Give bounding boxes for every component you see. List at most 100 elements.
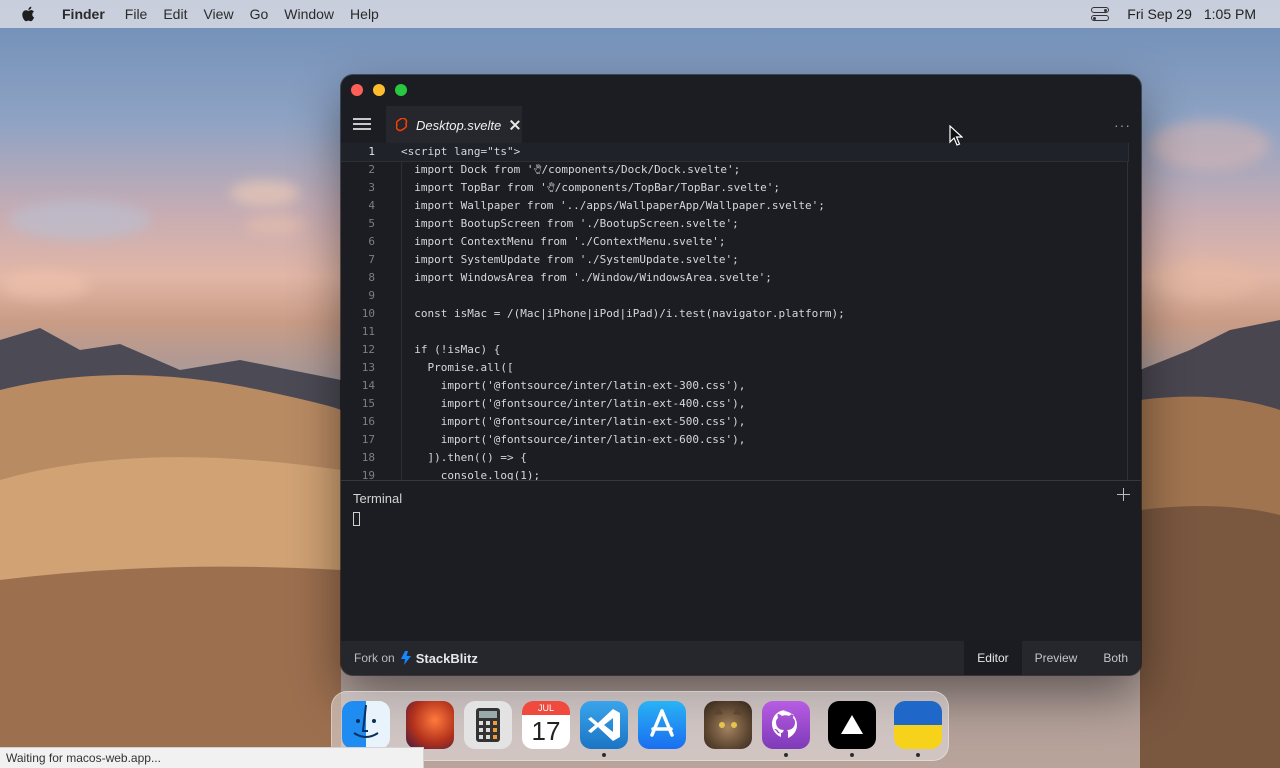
code-line[interactable]: 2 import Dock from '🖐︎/components/Dock/D… bbox=[341, 161, 1128, 179]
menu-date[interactable]: Fri Sep 29 bbox=[1127, 6, 1192, 22]
tab-desktop-svelte[interactable]: Desktop.svelte bbox=[386, 106, 522, 144]
view-both-button[interactable]: Both bbox=[1090, 641, 1141, 675]
code-text: import TopBar from '🖐︎/components/TopBar… bbox=[401, 181, 780, 194]
code-line[interactable]: 10 const isMac = /(Mac|iPhone|iPod|iPad)… bbox=[341, 305, 1128, 323]
menu-app-name[interactable]: Finder bbox=[62, 6, 105, 22]
line-number: 18 bbox=[361, 451, 375, 464]
vercel-icon[interactable] bbox=[828, 701, 876, 749]
menu-file[interactable]: File bbox=[125, 6, 148, 22]
code-line[interactable]: 16 import('@fontsource/inter/latin-ext-5… bbox=[341, 413, 1128, 431]
hamburger-menu-icon[interactable] bbox=[353, 118, 371, 130]
terminal-panel[interactable]: Terminal bbox=[341, 480, 1141, 641]
running-indicator bbox=[784, 753, 788, 757]
code-text: <script lang="ts"> bbox=[401, 145, 521, 158]
stackblitz-footer: Fork on StackBlitz Editor Preview Both bbox=[341, 641, 1141, 675]
menu-edit[interactable]: Edit bbox=[163, 6, 187, 22]
cat-icon[interactable] bbox=[704, 701, 752, 749]
code-text: if (!isMac) { bbox=[401, 343, 501, 356]
code-line[interactable]: 5 import BootupScreen from './BootupScre… bbox=[341, 215, 1128, 233]
line-number: 5 bbox=[368, 217, 375, 230]
line-number: 6 bbox=[368, 235, 375, 248]
fork-on-label[interactable]: Fork on bbox=[354, 651, 395, 665]
wallpapers-icon[interactable] bbox=[406, 701, 454, 749]
cloud-decoration bbox=[10, 200, 150, 240]
code-editor[interactable]: 1 <script lang="ts"> 2 import Dock from '🖐… bbox=[341, 143, 1141, 480]
cloud-decoration bbox=[0, 270, 90, 300]
code-text: import('@fontsource/inter/latin-ext-600.… bbox=[401, 433, 746, 446]
line-number: 7 bbox=[368, 253, 375, 266]
ukraine-flag-icon[interactable] bbox=[894, 701, 942, 749]
line-number: 1 bbox=[368, 145, 375, 158]
apple-logo-icon[interactable] bbox=[20, 5, 38, 23]
running-indicator bbox=[916, 753, 920, 757]
menu-view[interactable]: View bbox=[203, 6, 233, 22]
maximize-window-button[interactable] bbox=[395, 84, 407, 96]
control-center-icon[interactable] bbox=[1091, 7, 1110, 21]
plus-icon[interactable] bbox=[1117, 488, 1130, 501]
line-number: 11 bbox=[361, 325, 375, 338]
code-line[interactable]: 19 console.log(1); bbox=[341, 467, 1128, 480]
running-indicator bbox=[602, 753, 606, 757]
line-number: 9 bbox=[368, 289, 375, 302]
code-line[interactable]: 11 bbox=[341, 323, 1128, 341]
stackblitz-link[interactable]: StackBlitz bbox=[416, 651, 478, 666]
menu-help[interactable]: Help bbox=[350, 6, 379, 22]
line-number: 17 bbox=[361, 433, 375, 446]
editor-window: Desktop.svelte ··· 1 <script lang="ts"> 2 … bbox=[341, 75, 1141, 675]
calculator-icon[interactable] bbox=[464, 701, 512, 749]
menu-go[interactable]: Go bbox=[250, 6, 269, 22]
code-text: ]).then(() => { bbox=[401, 451, 527, 464]
more-icon[interactable]: ··· bbox=[1114, 117, 1131, 133]
code-text: import BootupScreen from './BootupScreen… bbox=[401, 217, 739, 230]
code-text: import('@fontsource/inter/latin-ext-500.… bbox=[401, 415, 746, 428]
app-store-icon[interactable] bbox=[638, 701, 686, 749]
cloud-decoration bbox=[230, 180, 300, 206]
menu-window[interactable]: Window bbox=[284, 6, 334, 22]
code-text: import WindowsArea from './Window/Window… bbox=[401, 271, 772, 284]
browser-status-bar: Waiting for macos-web.app... bbox=[0, 747, 424, 768]
terminal-title: Terminal bbox=[353, 491, 403, 506]
window-titlebar[interactable] bbox=[341, 75, 1141, 105]
code-line[interactable]: 3 import TopBar from '🖐︎/components/TopB… bbox=[341, 179, 1128, 197]
code-line[interactable]: 1 <script lang="ts"> bbox=[341, 143, 1129, 162]
minimize-window-button[interactable] bbox=[373, 84, 385, 96]
line-number: 4 bbox=[368, 199, 375, 212]
code-text: import('@fontsource/inter/latin-ext-400.… bbox=[401, 397, 746, 410]
calendar-icon[interactable]: JUL 17 bbox=[522, 701, 570, 749]
code-line[interactable]: 9 bbox=[341, 287, 1128, 305]
calendar-month: JUL bbox=[522, 701, 570, 715]
finder-icon[interactable] bbox=[342, 701, 390, 749]
line-number: 14 bbox=[361, 379, 375, 392]
code-text: import('@fontsource/inter/latin-ext-300.… bbox=[401, 379, 746, 392]
view-editor-button[interactable]: Editor bbox=[964, 641, 1022, 675]
close-icon[interactable] bbox=[509, 119, 521, 131]
code-line[interactable]: 13 Promise.all([ bbox=[341, 359, 1128, 377]
code-text: Promise.all([ bbox=[401, 361, 514, 374]
view-toggle: Editor Preview Both bbox=[964, 641, 1141, 675]
view-preview-button[interactable]: Preview bbox=[1022, 641, 1091, 675]
terminal-cursor bbox=[353, 512, 360, 526]
code-line[interactable]: 17 import('@fontsource/inter/latin-ext-6… bbox=[341, 431, 1128, 449]
close-window-button[interactable] bbox=[351, 84, 363, 96]
code-line[interactable]: 4 import Wallpaper from '../apps/Wallpap… bbox=[341, 197, 1128, 215]
line-number: 2 bbox=[368, 163, 375, 176]
code-line[interactable]: 14 import('@fontsource/inter/latin-ext-3… bbox=[341, 377, 1128, 395]
code-text: import Dock from '🖐︎/components/Dock/Doc… bbox=[401, 163, 741, 176]
line-number: 13 bbox=[361, 361, 375, 374]
github-icon[interactable] bbox=[762, 701, 810, 749]
code-text: const isMac = /(Mac|iPhone|iPod|iPad)/i.… bbox=[401, 307, 845, 320]
code-text: import ContextMenu from './ContextMenu.s… bbox=[401, 235, 726, 248]
tab-label: Desktop.svelte bbox=[416, 117, 502, 133]
code-line[interactable]: 8 import WindowsArea from './Window/Wind… bbox=[341, 269, 1128, 287]
vscode-icon[interactable] bbox=[580, 701, 628, 749]
code-text: import Wallpaper from '../apps/Wallpaper… bbox=[401, 199, 825, 212]
code-line[interactable]: 12 if (!isMac) { bbox=[341, 341, 1128, 359]
code-text: console.log(1); bbox=[401, 469, 541, 480]
code-line[interactable]: 6 import ContextMenu from './ContextMenu… bbox=[341, 233, 1128, 251]
code-line[interactable]: 18 ]).then(() => { bbox=[341, 449, 1128, 467]
code-line[interactable]: 15 import('@fontsource/inter/latin-ext-4… bbox=[341, 395, 1128, 413]
line-number: 12 bbox=[361, 343, 375, 356]
menu-time[interactable]: 1:05 PM bbox=[1204, 6, 1256, 22]
code-line[interactable]: 7 import SystemUpdate from './SystemUpda… bbox=[341, 251, 1128, 269]
cloud-decoration bbox=[1150, 260, 1260, 300]
